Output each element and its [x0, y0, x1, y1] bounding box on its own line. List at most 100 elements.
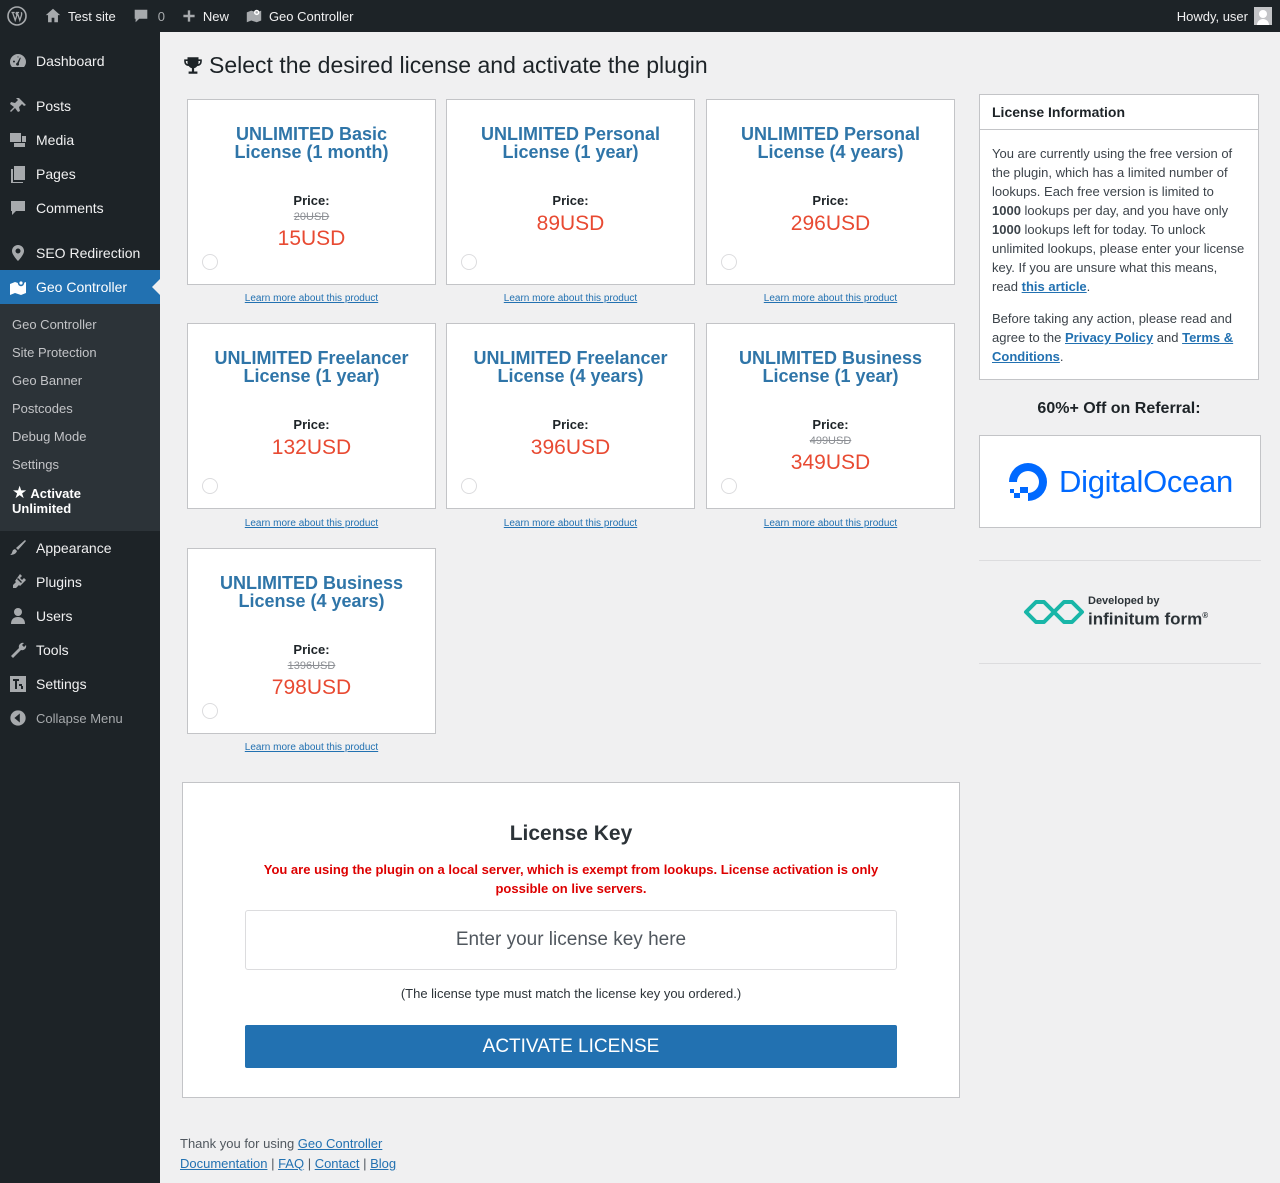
license-title: UNLIMITED Personal License (1 year)	[480, 124, 661, 162]
submenu-item-debug-mode[interactable]: Debug Mode	[0, 423, 160, 451]
learn-more-link[interactable]: Learn more about this product	[187, 742, 436, 753]
users-icon	[8, 606, 28, 626]
learn-more-link[interactable]: Learn more about this product	[187, 518, 436, 529]
sidebar-item-media[interactable]: Media	[0, 123, 160, 157]
new-content-link[interactable]: New	[173, 0, 237, 32]
license-card-basic-1m[interactable]: UNLIMITED Basic License (1 month) Price:…	[187, 99, 436, 285]
learn-more-link[interactable]: Learn more about this product	[706, 518, 955, 529]
sidebar-item-users[interactable]: Users	[0, 599, 160, 633]
price-label: Price:	[293, 193, 330, 208]
license-radio[interactable]	[202, 478, 218, 494]
price: 296USD	[790, 212, 871, 235]
license-card-freelancer-1y[interactable]: UNLIMITED Freelancer License (1 year) Pr…	[187, 323, 436, 509]
license-card-business-4y[interactable]: UNLIMITED Business License (4 years) Pri…	[187, 548, 436, 734]
location-icon	[8, 243, 28, 263]
license-radio[interactable]	[721, 254, 737, 270]
license-title: UNLIMITED Freelancer License (4 years)	[473, 348, 668, 386]
infinitum-logo-icon	[1024, 600, 1084, 624]
geo-controller-adminbar-link[interactable]: Geo Controller	[237, 0, 362, 32]
license-card-personal-1y[interactable]: UNLIMITED Personal License (1 year) Pric…	[446, 99, 695, 285]
submenu-item-activate-unlimited[interactable]: ★ Activate Unlimited	[0, 479, 160, 523]
contact-link[interactable]: Contact	[315, 1156, 360, 1171]
license-radio[interactable]	[721, 478, 737, 494]
price-label: Price:	[293, 417, 330, 432]
sidebar-item-label: Plugins	[36, 574, 82, 590]
sidebar-item-dashboard[interactable]: Dashboard	[0, 44, 160, 78]
page-title: Select the desired license and activate …	[182, 52, 708, 79]
my-account[interactable]: Howdy, user	[1169, 0, 1280, 32]
price: 132USD	[271, 436, 352, 459]
home-icon	[45, 8, 61, 23]
info-text: and	[1153, 330, 1183, 345]
license-key-panel: License Key You are using the plugin on …	[182, 782, 960, 1098]
license-type-note: (The license type must match the license…	[400, 986, 742, 1001]
old-price: 1396USD	[287, 660, 336, 672]
avatar	[1254, 7, 1272, 25]
wordpress-logo-icon[interactable]	[0, 0, 36, 32]
sidebar-item-label: Posts	[36, 98, 72, 114]
this-article-link[interactable]: this article	[1022, 279, 1087, 294]
site-name-link[interactable]: Test site	[36, 0, 124, 32]
sidebar-item-label: Appearance	[36, 540, 112, 556]
blog-link[interactable]: Blog	[370, 1156, 396, 1171]
submenu-item-site-protection[interactable]: Site Protection	[0, 339, 160, 367]
license-radio[interactable]	[202, 703, 218, 719]
license-card-business-1y[interactable]: UNLIMITED Business License (1 year) Pric…	[706, 323, 955, 509]
license-key-input[interactable]	[245, 910, 897, 970]
digitalocean-logo: DigitalOcean	[1007, 461, 1233, 503]
collapse-menu-button[interactable]: Collapse Menu	[0, 701, 160, 735]
brush-icon	[8, 538, 28, 558]
comments-link[interactable]: 0	[124, 0, 173, 32]
sidebar-item-label: Dashboard	[36, 53, 105, 69]
digitalocean-icon	[1009, 462, 1048, 501]
separator: |	[267, 1156, 279, 1171]
submenu-item-geo-controller[interactable]: Geo Controller	[0, 311, 160, 339]
license-card-freelancer-4y[interactable]: UNLIMITED Freelancer License (4 years) P…	[446, 323, 695, 509]
learn-more-link[interactable]: Learn more about this product	[446, 293, 695, 304]
sidebar-item-posts[interactable]: Posts	[0, 89, 160, 123]
activate-license-button[interactable]: ACTIVATE LICENSE	[245, 1025, 897, 1068]
learn-more-link[interactable]: Learn more about this product	[446, 518, 695, 529]
license-title: UNLIMITED Business License (4 years)	[219, 573, 404, 611]
developer-credit[interactable]: Developed by infinitum form®	[1020, 594, 1208, 630]
footer-thanks-text: Thank you for using	[180, 1136, 298, 1151]
sidebar-item-tools[interactable]: Tools	[0, 633, 160, 667]
license-title: UNLIMITED Basic License (1 month)	[234, 124, 389, 162]
sidebar-item-plugins[interactable]: Plugins	[0, 565, 160, 599]
license-radio[interactable]	[461, 254, 477, 270]
comment-bubble-icon	[134, 9, 147, 23]
referral-heading: 60%+ Off on Referral:	[1037, 400, 1201, 417]
learn-more-link[interactable]: Learn more about this product	[187, 293, 436, 304]
sidebar-item-appearance[interactable]: Appearance	[0, 531, 160, 565]
old-price: 20USD	[293, 211, 330, 223]
sidebar-item-pages[interactable]: Pages	[0, 157, 160, 191]
collapse-label: Collapse Menu	[36, 710, 123, 726]
sidebar-item-comments[interactable]: Comments	[0, 191, 160, 225]
submenu-item-geo-banner[interactable]: Geo Banner	[0, 367, 160, 395]
comments-count: 0	[157, 8, 165, 24]
sidebar-item-seo-redirection[interactable]: SEO Redirection	[0, 236, 160, 270]
price: 349USD	[790, 451, 871, 474]
privacy-policy-link[interactable]: Privacy Policy	[1065, 330, 1153, 345]
registered-mark: ®	[1202, 611, 1209, 621]
map-icon	[246, 9, 262, 23]
faq-link[interactable]: FAQ	[278, 1156, 304, 1171]
price-label: Price:	[812, 193, 849, 208]
documentation-link[interactable]: Documentation	[180, 1156, 267, 1171]
plugin-label: Geo Controller	[268, 8, 354, 24]
submenu-item-postcodes[interactable]: Postcodes	[0, 395, 160, 423]
sidebar-item-geo-controller[interactable]: Geo Controller	[0, 270, 160, 304]
license-radio[interactable]	[202, 254, 218, 270]
license-title: UNLIMITED Business License (1 year)	[738, 348, 923, 386]
license-card-personal-4y[interactable]: UNLIMITED Personal License (4 years) Pri…	[706, 99, 955, 285]
new-label: New	[202, 8, 229, 24]
submenu-item-settings[interactable]: Settings	[0, 451, 160, 479]
digitalocean-banner[interactable]: DigitalOcean	[979, 435, 1261, 528]
footer-plugin-link[interactable]: Geo Controller	[298, 1136, 383, 1151]
sidebar-item-settings[interactable]: Settings	[0, 667, 160, 701]
old-price: 499USD	[809, 435, 852, 447]
lookup-limit: 1000	[992, 203, 1021, 218]
learn-more-link[interactable]: Learn more about this product	[706, 293, 955, 304]
plugin-icon	[8, 572, 28, 592]
license-radio[interactable]	[461, 478, 477, 494]
